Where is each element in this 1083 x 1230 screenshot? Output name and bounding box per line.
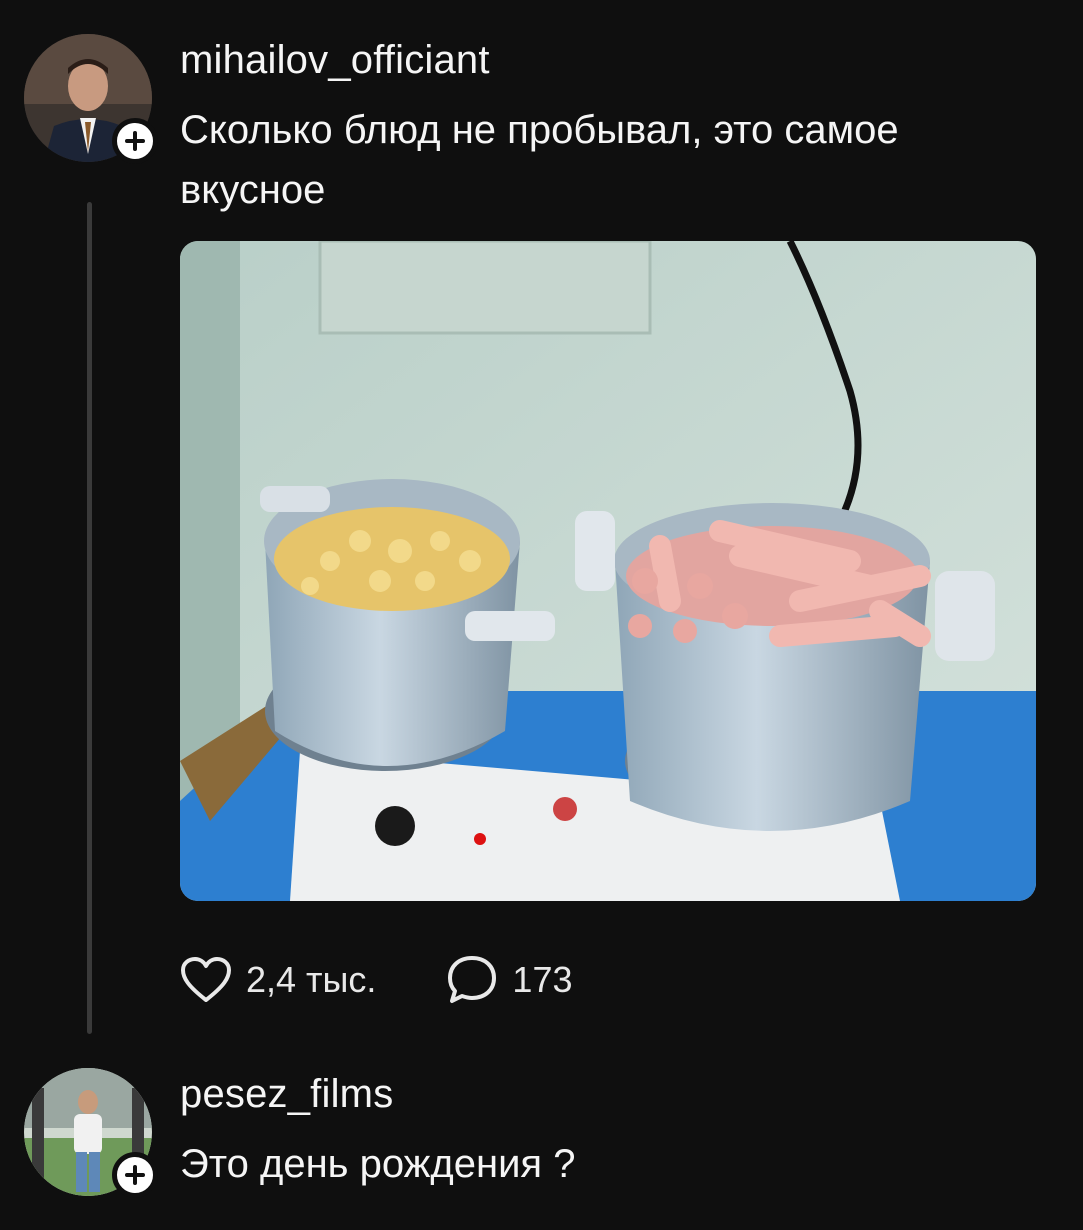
post-username[interactable]: mihailov_officiant [180, 38, 490, 83]
plus-icon [125, 131, 145, 151]
follow-button[interactable] [112, 1152, 158, 1198]
comment-count: 173 [512, 959, 573, 1000]
follow-button[interactable] [112, 118, 158, 164]
like-button[interactable]: 2,4 тыс. [180, 956, 376, 1004]
speech-bubble-icon [448, 956, 497, 1003]
like-count: 2,4 тыс. [246, 959, 377, 1000]
post-avatar-wrap [24, 34, 158, 164]
reply-avatar-wrap [24, 1068, 158, 1198]
thread-line [87, 202, 92, 1034]
food-photo [180, 241, 1036, 901]
reply-username[interactable]: pesez_films [180, 1072, 393, 1117]
reply-text: Это день рождения ? [180, 1142, 576, 1186]
comment-button[interactable]: 173 [446, 954, 573, 1006]
post-image[interactable] [180, 241, 1036, 901]
plus-icon [125, 1165, 145, 1185]
heart-icon [181, 957, 231, 1002]
post-text: Сколько блюд не пробывал, это самое вкус… [180, 108, 899, 212]
post-actions: 2,4 тыс. 173 [180, 950, 643, 1010]
